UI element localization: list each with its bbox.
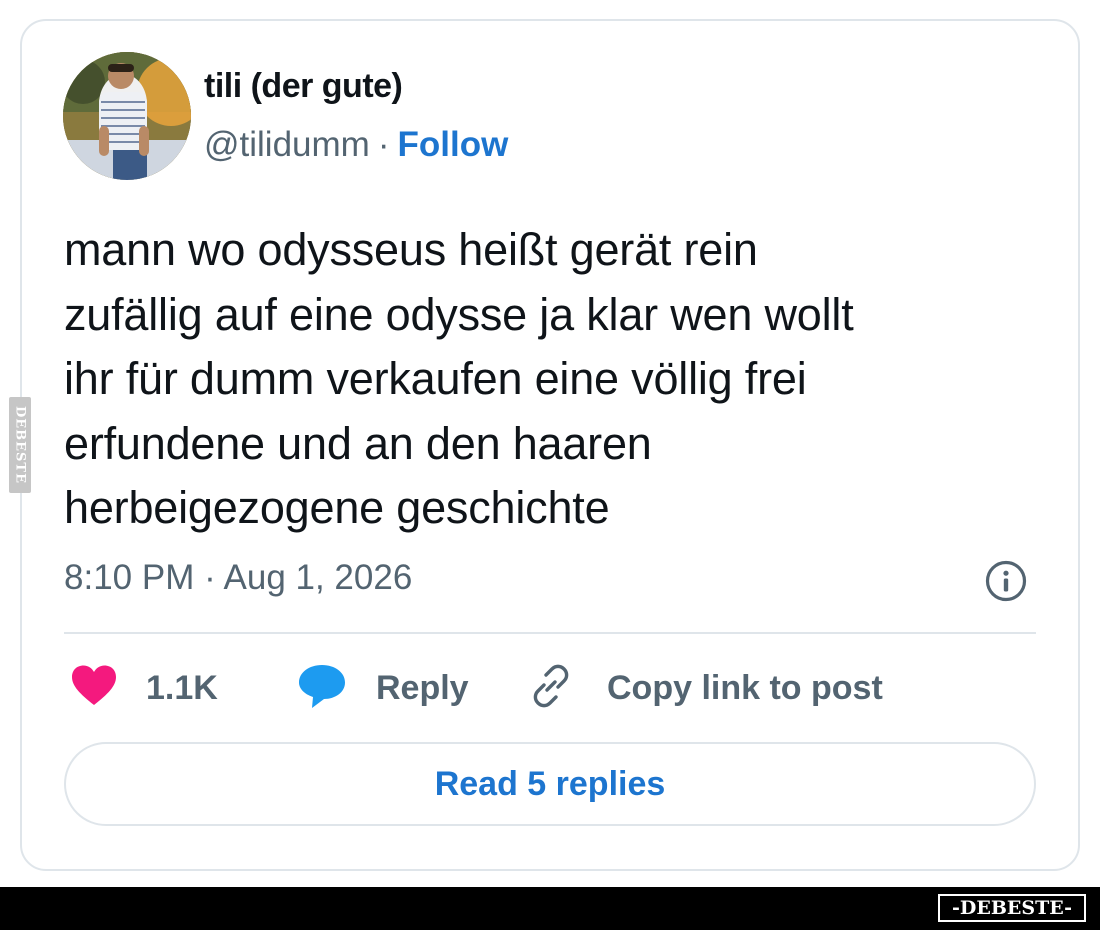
- brand-logo-text: -DEBESTE-: [952, 897, 1072, 919]
- post-text-line: mann wo odysseus heißt gerät rein: [64, 224, 758, 275]
- author-avatar[interactable]: [63, 52, 191, 180]
- read-replies-button[interactable]: Read 5 replies: [64, 742, 1036, 826]
- heart-icon: [70, 664, 118, 713]
- bottom-bar: [0, 887, 1100, 930]
- copy-link-label: Copy link to post: [607, 668, 883, 707]
- side-watermark: DEBESTE: [9, 397, 31, 493]
- like-button[interactable]: 1.1K: [70, 663, 218, 713]
- reply-button[interactable]: Reply: [296, 663, 469, 713]
- info-icon[interactable]: [984, 559, 1028, 603]
- like-count: 1.1K: [146, 668, 218, 707]
- divider: [64, 632, 1036, 634]
- author-handle[interactable]: @tilidumm: [204, 125, 370, 164]
- copy-link-button[interactable]: Copy link to post: [527, 663, 883, 713]
- post-text-line: ihr für dumm verkaufen eine völlig frei: [64, 353, 807, 404]
- author-name[interactable]: tili (der gute): [204, 67, 403, 106]
- post-timestamp[interactable]: 8:10 PM · Aug 1, 2026: [64, 558, 412, 598]
- brand-logo: -DEBESTE-: [938, 894, 1086, 922]
- reply-label: Reply: [376, 668, 469, 707]
- post-text-line: zufällig auf eine odysse ja klar wen wol…: [64, 288, 854, 340]
- side-watermark-text: DEBESTE: [13, 406, 28, 484]
- post-text-line: erfundene und an den haaren: [64, 417, 652, 469]
- author-handle-row: @tilidumm · Follow: [204, 125, 508, 165]
- link-icon: [527, 663, 573, 714]
- post-text: mann wo odysseus heißt gerät rein zufäll…: [64, 218, 1054, 541]
- speech-bubble-icon: [296, 662, 348, 715]
- post-text-line: herbeigezogene geschichte: [64, 482, 610, 533]
- follow-button[interactable]: Follow: [397, 125, 508, 164]
- handle-separator: ·: [377, 125, 390, 164]
